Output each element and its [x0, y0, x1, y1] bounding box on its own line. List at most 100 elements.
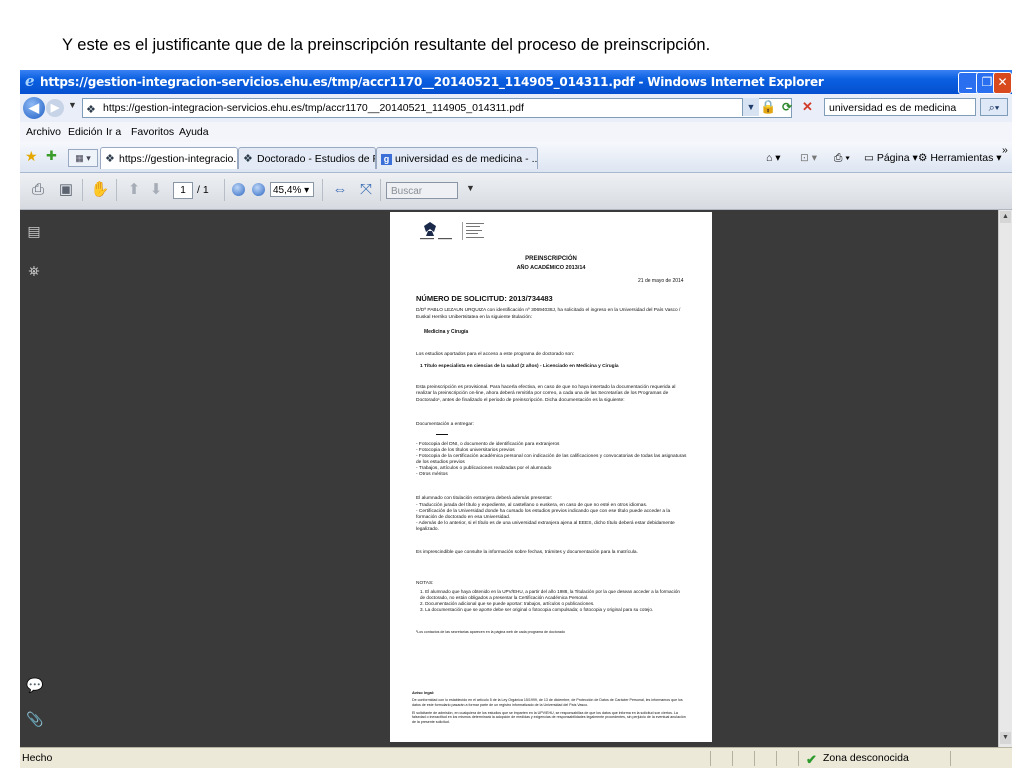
tools-menu-label: Herramientas: [930, 152, 994, 164]
fit-page-icon[interactable]: ⤧: [356, 180, 376, 200]
history-dropdown-icon[interactable]: ▼: [68, 100, 77, 110]
security-zone-check-icon: ✔: [806, 752, 817, 767]
menu-bar: Archivo Edición Ir a Favoritos Ayuda: [20, 122, 1012, 142]
tab-label: universidad es de medicina - ...: [395, 153, 538, 165]
previous-page-icon[interactable]: ⬆: [124, 180, 144, 200]
pdf-document-area[interactable]: PREINSCRIPCIÓN AÑO ACADÉMICO 2013/14 21 …: [48, 210, 998, 747]
doc-legal-list: De conformidad con lo establecido en el …: [412, 698, 690, 725]
status-text: Hecho: [22, 752, 53, 764]
feeds-icon[interactable]: ⊡ ▾: [800, 150, 817, 166]
refresh-icon[interactable]: ⟳: [782, 99, 798, 115]
doc-studies-label: Los estudios aportados para el acceso a …: [416, 352, 575, 357]
attachments-paperclip-icon[interactable]: 📎: [26, 710, 43, 728]
doc-legal-label: Aviso legal:: [412, 690, 435, 695]
lock-icon[interactable]: 🔒: [760, 99, 776, 115]
hand-tool-icon[interactable]: ✋: [90, 180, 110, 200]
comments-icon[interactable]: 💬: [26, 676, 43, 694]
back-button[interactable]: ◀: [23, 97, 45, 119]
favorites-star-icon[interactable]: ★: [25, 148, 38, 165]
ehu-favicon-icon: ❖: [86, 104, 96, 116]
find-dropdown-icon[interactable]: ▼: [466, 183, 475, 193]
close-button[interactable]: ✕: [993, 72, 1012, 94]
tab-google-search[interactable]: g universidad es de medicina - ...: [376, 147, 538, 169]
doc-provisional: Esta preinscripción es provisional. Para…: [416, 385, 676, 403]
menu-ir-a[interactable]: Ir a: [106, 122, 121, 142]
security-zone[interactable]: Zona desconocida: [823, 748, 909, 768]
doc-foreign-list: - Traducción jurada del título y expedie…: [416, 503, 688, 533]
menu-favoritos[interactable]: Favoritos: [131, 122, 174, 142]
doc-note-item: 3. La documentación que se aporte debe s…: [420, 607, 654, 612]
zoom-value: 45,4%: [273, 185, 302, 196]
university-logo: [420, 222, 484, 240]
pdf-toolbar: ⎙ ▣ ✋ ⬆ ⬇ 1 / 1 45,4% ▾ ⇔ ⤧ Buscar ▼: [20, 173, 1012, 210]
binoculars-icon[interactable]: ⛯: [26, 262, 42, 280]
doc-foreign-item: - Certificación de la Universidad donde …: [416, 509, 671, 521]
search-button[interactable]: ⌕▾: [980, 98, 1008, 116]
status-divider: [754, 751, 755, 766]
quick-tabs-button[interactable]: ▦ ▾: [68, 149, 98, 167]
forward-button[interactable]: ▶: [46, 99, 64, 117]
window-title: https://gestion-integracion-servicios.eh…: [40, 75, 824, 89]
toolbar-separator: [224, 179, 225, 201]
search-input[interactable]: universidad es de medicina: [824, 98, 976, 116]
doc-request-number: NÚMERO DE SOLICITUD: 2013/734483: [416, 294, 553, 303]
tab-label: Doctorado - Estudios de Post...: [257, 153, 375, 165]
status-divider: [776, 751, 777, 766]
doc-heading: PREINSCRIPCIÓN: [525, 256, 577, 262]
status-divider: [732, 751, 733, 766]
find-input[interactable]: Buscar: [386, 182, 458, 199]
print-icon[interactable]: ⎙: [28, 180, 48, 200]
title-bar[interactable]: e https://gestion-integracion-servicios.…: [20, 70, 1012, 94]
pages-icon[interactable]: ▤: [26, 222, 42, 240]
internet-explorer-icon: e: [25, 72, 35, 90]
gear-icon: ⚙: [918, 152, 931, 164]
address-url: https://gestion-integracion-servicios.eh…: [103, 102, 524, 114]
more-chevron-icon[interactable]: »: [1002, 142, 1008, 158]
doc-foreign-label: El alumnado con titulación extranjera de…: [416, 496, 553, 501]
vertical-scrollbar[interactable]: ▲ ▼: [998, 210, 1012, 747]
tools-menu[interactable]: ⚙ Herramientas ▾: [918, 150, 1002, 166]
scroll-up-icon[interactable]: ▲: [1000, 211, 1011, 223]
page-number-input[interactable]: 1: [173, 182, 193, 199]
menu-ayuda[interactable]: Ayuda: [179, 122, 209, 142]
menu-archivo[interactable]: Archivo: [26, 122, 61, 142]
zoom-out-icon[interactable]: [232, 183, 245, 196]
fit-width-icon[interactable]: ⇔: [330, 180, 350, 200]
status-divider: [710, 751, 711, 766]
ehu-favicon-icon: ❖: [105, 153, 115, 165]
doc-intro: D/Dª PABLO LEZAUN URQUIZA con identifica…: [416, 308, 681, 320]
zoom-input[interactable]: 45,4% ▾: [270, 182, 314, 197]
page-menu-icon: ▭: [864, 152, 877, 164]
address-toolbar: ◀ ▶ ▼ ❖ https://gestion-integracion-serv…: [20, 94, 1012, 122]
slide-caption: Y este es el justificante que de la prei…: [62, 36, 711, 54]
tab-doctorado[interactable]: ❖ Doctorado - Estudios de Post...: [238, 147, 376, 169]
page-menu-label: Página: [876, 152, 910, 164]
add-favorites-icon[interactable]: ✚: [46, 148, 57, 164]
zoom-in-icon[interactable]: [252, 183, 265, 196]
doc-note-item: 1. El alumnado que haya obtenido en la U…: [420, 589, 680, 600]
doc-footnote: ¹Los contactos de las secretarías aparec…: [416, 630, 566, 634]
doc-degree: Medicina y Cirugía: [424, 329, 469, 335]
status-divider: [798, 751, 799, 766]
scroll-down-icon[interactable]: ▼: [1000, 732, 1011, 744]
menu-edicion[interactable]: Edición: [68, 122, 102, 142]
save-icon[interactable]: ▣: [56, 180, 76, 200]
doc-docs-label: Documentación a entregar:: [416, 422, 474, 427]
browser-window: e https://gestion-integracion-servicios.…: [20, 70, 1012, 768]
print-icon[interactable]: ⎙ ▾: [834, 150, 850, 166]
toolbar-separator: [380, 179, 381, 201]
next-page-icon[interactable]: ⬇: [146, 180, 166, 200]
google-icon: g: [381, 154, 392, 165]
stop-icon[interactable]: ✕: [802, 99, 818, 115]
pdf-page: PREINSCRIPCIÓN AÑO ACADÉMICO 2013/14 21 …: [390, 212, 712, 742]
home-icon[interactable]: ⌂ ▾: [766, 150, 781, 166]
doc-docs-list: - Fotocopia del DNI, o documento de iden…: [416, 442, 688, 479]
doc-legal-item: El solicitante de admisión, en cualquier…: [412, 710, 686, 725]
address-input[interactable]: ❖ https://gestion-integracion-servicios.…: [82, 98, 792, 118]
doc-notes-list: 1. El alumnado que haya obtenido en la U…: [420, 589, 686, 613]
address-dropdown-icon[interactable]: ▼: [742, 98, 759, 116]
page-menu[interactable]: ▭ Página ▾: [864, 150, 918, 166]
tab-bar: ★ ✚ ▦ ▾ ❖https://gestion-integracio...X …: [20, 142, 1012, 173]
doc-consult: Es imprescindible que consulte la inform…: [416, 550, 638, 555]
tab-pdf[interactable]: ❖https://gestion-integracio...X: [100, 147, 238, 169]
